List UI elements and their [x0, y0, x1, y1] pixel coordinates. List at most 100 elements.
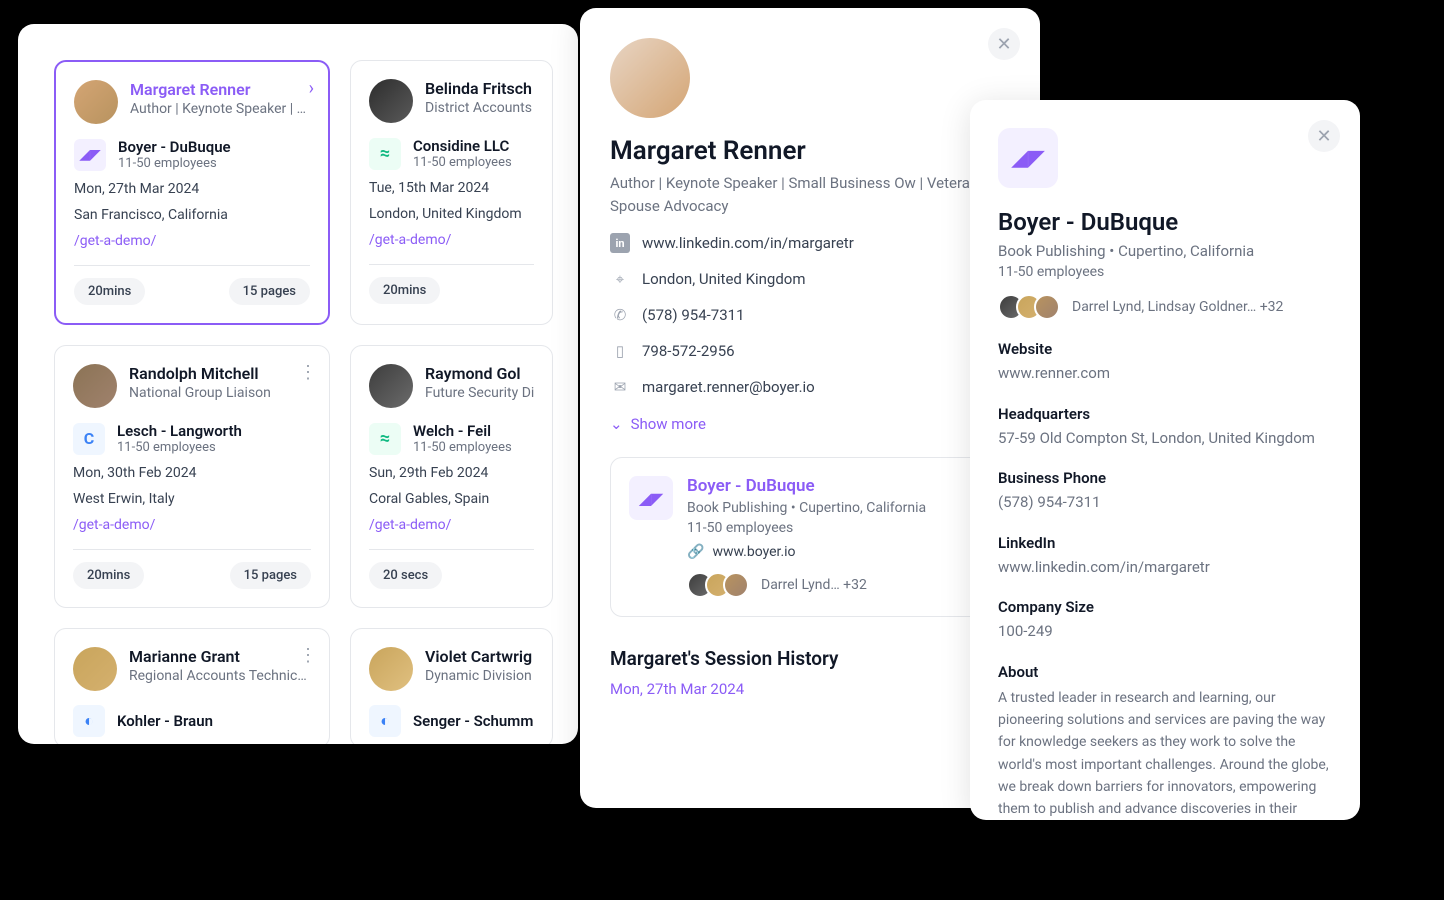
contact-name: Margaret Renner: [130, 80, 310, 99]
phone-icon: ✆: [610, 305, 630, 325]
about-label: About: [998, 663, 1332, 681]
company-size: 11-50 employees: [687, 520, 991, 536]
contact-card[interactable]: ⋮ Marianne Grant Regional Accounts Techn…: [54, 628, 330, 744]
contact-name: Raymond Gol: [425, 364, 534, 383]
session-date: Mon, 30th Feb 2024: [73, 465, 311, 481]
session-date: Tue, 15th Mar 2024: [369, 180, 534, 196]
company-name: Boyer - DuBuque: [687, 476, 991, 496]
company-name: Considine LLC: [413, 137, 512, 155]
company-detail-panel: ✕ Boyer - DuBuque Book Publishing • Cupe…: [970, 100, 1360, 820]
session-date: Mon, 27th Mar 2024: [74, 181, 310, 197]
contact-role: Future Security Di: [425, 385, 534, 401]
company-industry-location: Book Publishing • Cupertino, California: [998, 242, 1332, 260]
close-icon[interactable]: ✕: [988, 28, 1020, 60]
avatar: [610, 38, 690, 118]
session-history-title: Margaret's Session History: [610, 647, 1010, 670]
show-more-button[interactable]: ⌄ Show more: [610, 415, 1010, 433]
avatar: [74, 80, 118, 124]
contact-card[interactable]: Raymond Gol Future Security Di Welch - F…: [350, 345, 553, 608]
session-path[interactable]: /get-a-demo/: [369, 517, 534, 533]
headquarters-value: 57-59 Old Compton St, London, United Kin…: [998, 427, 1332, 450]
pages-pill: 15 pages: [229, 278, 310, 305]
chevron-down-icon: ⌄: [610, 415, 623, 433]
linkedin-icon: in: [610, 233, 630, 253]
company-name: Kohler - Braun: [117, 712, 213, 730]
session-path[interactable]: /get-a-demo/: [73, 517, 311, 533]
location-icon: ⌖: [610, 269, 630, 289]
contact-name: Marianne Grant: [129, 647, 309, 666]
company-size: 11-50 employees: [118, 156, 231, 171]
company-logo-icon: [369, 705, 401, 737]
company-size-value: 100-249: [998, 620, 1332, 643]
company-logo-icon: [73, 423, 105, 455]
avatar: [369, 364, 413, 408]
session-history-date[interactable]: Mon, 27th Mar 2024: [610, 680, 1010, 698]
company-name: Boyer - DuBuque: [998, 208, 1332, 236]
company-logo-icon: [629, 476, 673, 520]
contact-name: Violet Cartwrig: [425, 647, 532, 666]
company-logo-icon: [998, 128, 1058, 188]
pages-pill: 15 pages: [230, 562, 311, 589]
company-size: 11-50 employees: [998, 264, 1332, 280]
session-date: Sun, 29th Feb 2024: [369, 465, 534, 481]
company-card[interactable]: Boyer - DuBuque Book Publishing • Cupert…: [610, 457, 1010, 617]
link-icon: 🔗: [687, 544, 704, 560]
contact-card[interactable]: › Margaret Renner Author | Keynote Speak…: [54, 60, 330, 325]
business-phone-label: Business Phone: [998, 469, 1332, 487]
contact-role: District Accounts: [425, 100, 532, 116]
website-value[interactable]: www.renner.com: [998, 362, 1332, 385]
more-icon[interactable]: ⋮: [299, 645, 315, 666]
linkedin-value[interactable]: www.linkedin.com/in/margaretr: [998, 556, 1332, 579]
company-logo-icon: [73, 705, 105, 737]
company-size: 11-50 employees: [117, 440, 242, 455]
session-location: San Francisco, California: [74, 207, 310, 223]
session-location: Coral Gables, Spain: [369, 491, 534, 507]
company-logo-icon: [369, 423, 401, 455]
contact-name: Randolph Mitchell: [129, 364, 271, 383]
contact-name: Margaret Renner: [610, 136, 1010, 166]
email-icon: ✉: [610, 377, 630, 397]
mobile-icon: ▯: [610, 341, 630, 361]
headquarters-label: Headquarters: [998, 405, 1332, 423]
avatar-stack: [687, 572, 749, 598]
contact-card[interactable]: ⋮ Randolph Mitchell National Group Liais…: [54, 345, 330, 608]
company-website[interactable]: www.boyer.io: [712, 544, 795, 560]
people-summary: Darrel Lynd, Lindsay Goldner… +32: [1072, 299, 1283, 315]
session-path[interactable]: /get-a-demo/: [74, 233, 310, 249]
about-text: A trusted leader in research and learnin…: [998, 687, 1332, 821]
contact-list-panel: › Margaret Renner Author | Keynote Speak…: [18, 24, 578, 744]
company-name: Senger - Schumm: [413, 712, 533, 730]
contact-name: Belinda Fritsch: [425, 79, 532, 98]
avatar: [73, 647, 117, 691]
location: London, United Kingdom: [642, 270, 806, 288]
duration-pill: 20 secs: [369, 562, 442, 589]
contact-role: Regional Accounts Technician: [129, 668, 309, 684]
company-name: Lesch - Langworth: [117, 422, 242, 440]
linkedin-label: LinkedIn: [998, 534, 1332, 552]
more-icon[interactable]: ⋮: [299, 362, 315, 383]
contact-role: Author | Keynote Speaker | Sm…: [130, 101, 310, 117]
close-icon[interactable]: ✕: [1308, 120, 1340, 152]
avatar: [369, 647, 413, 691]
company-logo-icon: [74, 139, 106, 171]
duration-pill: 20mins: [74, 278, 145, 305]
website-label: Website: [998, 340, 1332, 358]
people-summary: Darrel Lynd… +32: [761, 577, 867, 593]
company-industry-location: Book Publishing • Cupertino, California: [687, 500, 991, 516]
avatar-stack: [998, 294, 1060, 320]
company-size: 11-50 employees: [413, 155, 512, 170]
session-path[interactable]: /get-a-demo/: [369, 232, 534, 248]
company-name: Boyer - DuBuque: [118, 138, 231, 156]
email[interactable]: margaret.renner@boyer.io: [642, 378, 815, 396]
company-size: 11-50 employees: [413, 440, 512, 455]
mobile-phone: 798-572-2956: [642, 342, 735, 360]
session-location: West Erwin, Italy: [73, 491, 311, 507]
contact-card[interactable]: Violet Cartwrig Dynamic Division Senger …: [350, 628, 553, 744]
avatar: [369, 79, 413, 123]
session-location: London, United Kingdom: [369, 206, 534, 222]
contact-role: Dynamic Division: [425, 668, 532, 684]
chevron-right-icon: ›: [309, 78, 314, 99]
linkedin-url[interactable]: www.linkedin.com/in/margaretr: [642, 234, 854, 252]
avatar: [73, 364, 117, 408]
contact-card[interactable]: Belinda Fritsch District Accounts Consid…: [350, 60, 553, 325]
